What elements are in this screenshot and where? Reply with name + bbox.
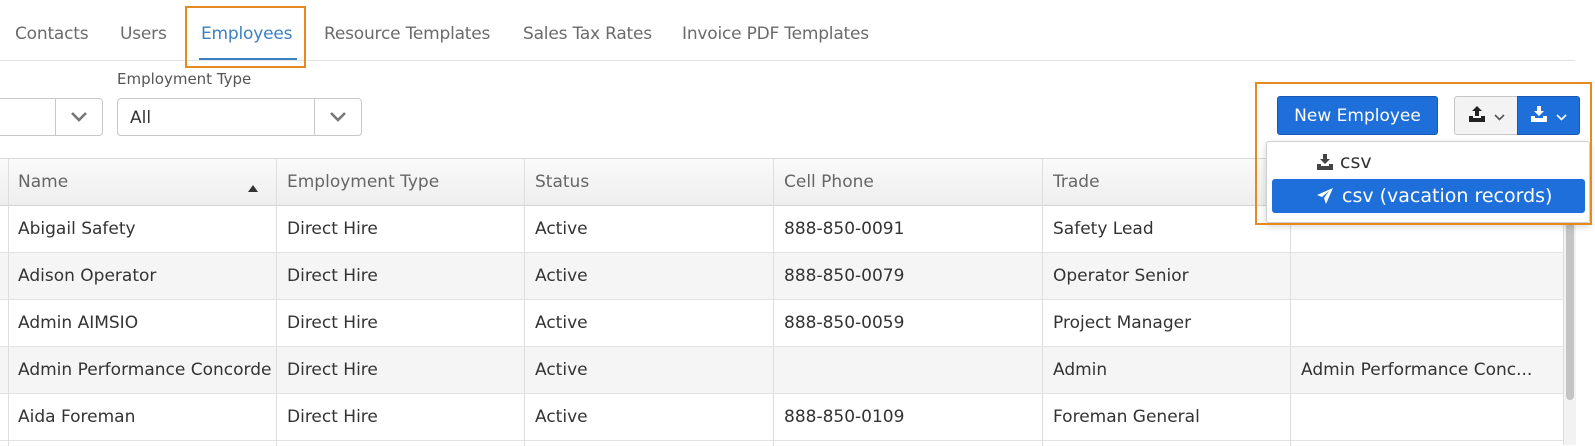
table-row[interactable]: Adison Operator Direct Hire Active 888-8… [0,253,1563,300]
filter-select[interactable] [0,98,103,136]
column-divider [524,159,525,446]
cell-name: Adison Operator [18,266,157,286]
cell-name: Admin Performance Concorde [18,360,272,380]
cell-extra [1291,253,1531,299]
cell-extra: Admin Performance Conc... [1301,360,1533,380]
column-header-name[interactable]: Name [8,159,268,205]
cell-extra [1291,394,1531,440]
download-icon [1530,105,1548,127]
export-csv-label: csv [1340,151,1372,173]
plane-icon [1316,187,1334,205]
cell-status: Active [535,313,588,333]
employment-type-select[interactable]: All [117,98,362,136]
export-csv-item[interactable]: csv [1272,145,1585,179]
column-divider [1042,159,1043,446]
cell-cell-phone: 888-850-0059 [784,313,905,333]
cell-trade: Safety Lead [1053,219,1154,239]
cell-trade: Foreman General [1053,407,1200,427]
upload-icon [1468,105,1486,127]
cell-cell-phone: 888-850-0079 [784,266,905,286]
tab-bar: Contacts Users Employees Resource Templa… [0,0,1575,61]
table-row[interactable]: Admin Performance Concorde Direct Hire A… [0,347,1563,394]
cell-trade: Operator Senior [1053,266,1189,286]
cell-status: Active [535,219,588,239]
download-button[interactable] [1517,96,1580,135]
table-row[interactable]: Aida Foreman Direct Hire Active 888-850-… [0,394,1563,441]
cell-employment-type: Direct Hire [287,313,378,333]
chevron-down-icon [314,99,361,135]
chevron-down-icon [55,99,102,135]
upload-button[interactable] [1454,96,1518,135]
tab-contacts[interactable]: Contacts [15,24,89,44]
export-dropdown-menu: csv csv (vacation records) [1266,141,1590,223]
cell-trade: Project Manager [1053,313,1192,333]
cell-extra [1291,300,1531,346]
export-csv-vacation-records-item[interactable]: csv (vacation records) [1272,179,1585,213]
cell-cell-phone: 888-850-0109 [784,407,905,427]
grid-scrollbar[interactable] [1563,205,1576,445]
cell-cell-phone: 888-850-0091 [784,219,905,239]
cell-status: Active [535,266,588,286]
tab-employees[interactable]: Employees [201,24,292,44]
tab-resource-templates[interactable]: Resource Templates [324,24,490,44]
cell-status: Active [535,360,588,380]
cell-name: Abigail Safety [18,219,136,239]
column-header-employment-type[interactable]: Employment Type [277,159,522,205]
download-icon [1316,153,1334,171]
column-divider [8,159,9,446]
column-divider [276,159,277,446]
export-csv-vacation-records-label: csv (vacation records) [1342,185,1553,207]
active-tab-indicator [199,58,297,60]
cell-cell-phone [774,347,1039,393]
column-header-cell-phone[interactable]: Cell Phone [774,159,1039,205]
column-divider [773,159,774,446]
cell-employment-type: Direct Hire [287,407,378,427]
cell-employment-type: Direct Hire [287,266,378,286]
cell-employment-type: Direct Hire [287,360,378,380]
column-header-trade[interactable]: Trade [1043,159,1288,205]
chevron-down-icon [1493,106,1505,125]
column-header-status[interactable]: Status [525,159,770,205]
scrollbar-thumb[interactable] [1566,205,1574,400]
cell-trade: Admin [1053,360,1108,380]
sort-ascending-icon [248,177,258,196]
chevron-down-icon [1556,106,1567,125]
tab-invoice-pdf-templates[interactable]: Invoice PDF Templates [682,24,869,44]
new-employee-button[interactable]: New Employee [1277,96,1438,135]
tab-users[interactable]: Users [120,24,167,44]
tab-sales-tax-rates[interactable]: Sales Tax Rates [523,24,652,44]
cell-status: Active [535,407,588,427]
cell-employment-type: Direct Hire [287,219,378,239]
employment-type-value: All [130,108,152,128]
table-row[interactable]: Admin AIMSIO Direct Hire Active 888-850-… [0,300,1563,347]
employment-type-label: Employment Type [117,70,252,88]
cell-name: Admin AIMSIO [18,313,139,333]
cell-name: Aida Foreman [18,407,136,427]
